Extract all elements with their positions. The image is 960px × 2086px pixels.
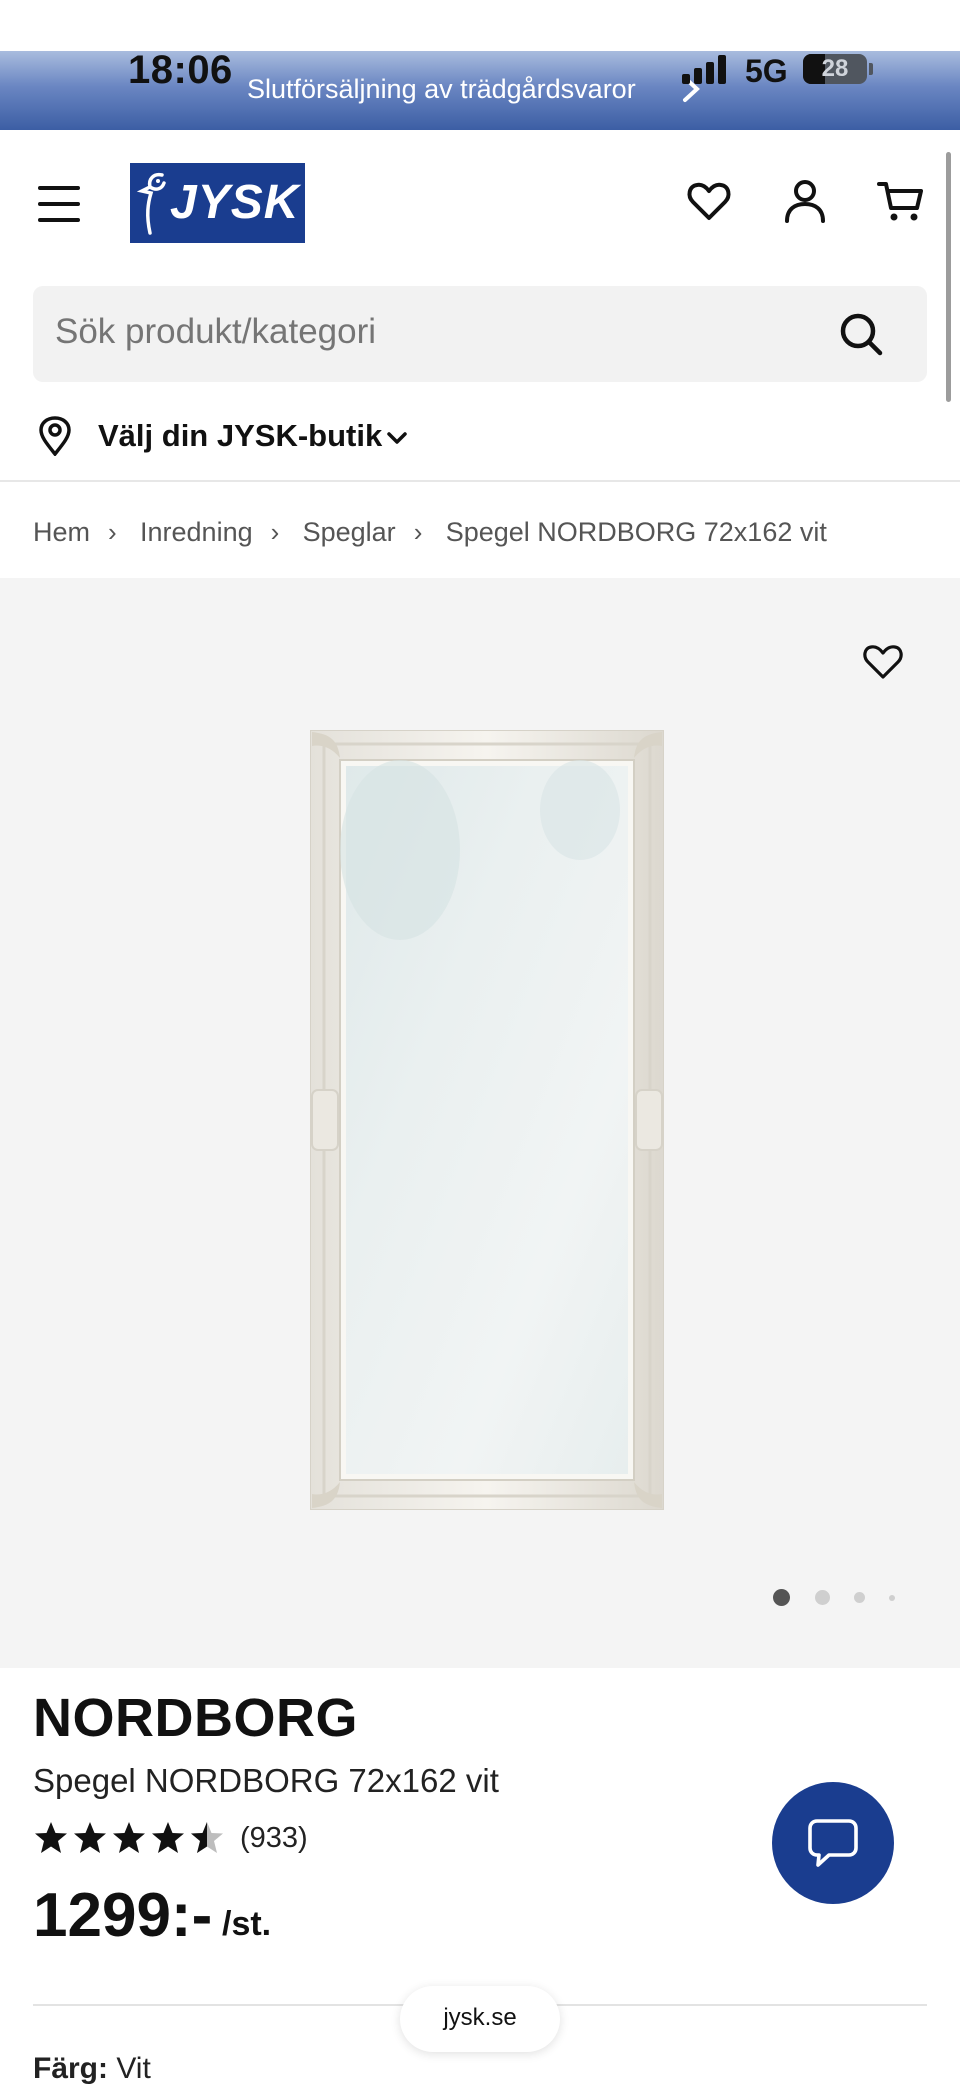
pagination-dot[interactable] — [854, 1592, 865, 1603]
promo-text[interactable]: Slutförsäljning av trädgårdsvaror — [247, 74, 636, 105]
logo-bird-icon — [136, 172, 166, 235]
top-strip: 18:06 Slutförsäljning av trädgårdsvaror … — [0, 0, 960, 130]
logo-text: JYSK — [170, 176, 300, 229]
color-value: Vit — [116, 2052, 151, 2085]
network-type: 5G — [745, 53, 788, 89]
status-bar-background — [0, 0, 960, 51]
breadcrumb-item-hem[interactable]: Hem — [33, 517, 90, 548]
breadcrumb-item-current: Spegel NORDBORG 72x162 vit — [445, 516, 827, 547]
search-icon[interactable] — [837, 310, 885, 358]
heart-icon[interactable] — [684, 176, 734, 226]
header-divider — [0, 480, 960, 482]
breadcrumb-separator-icon: › — [413, 516, 423, 547]
chat-bubble-icon — [808, 1819, 858, 1867]
pagination-dot[interactable] — [815, 1590, 830, 1605]
battery-level: 28 — [821, 55, 849, 82]
search-input[interactable] — [55, 312, 815, 352]
chat-button[interactable] — [772, 1782, 894, 1904]
menu-icon[interactable] — [38, 186, 80, 222]
product-name: Spegel NORDBORG 72x162 vit — [33, 1762, 499, 1799]
pagination-dot[interactable] — [889, 1595, 895, 1601]
browser-url[interactable]: jysk.se — [400, 2004, 560, 2032]
product-price: 1299:- — [33, 1881, 213, 1950]
price-unit: /st. — [222, 1905, 272, 1943]
jysk-logo[interactable]: JYSK — [130, 163, 305, 243]
status-time: 18:06 — [128, 48, 233, 92]
gallery-pagination[interactable] — [773, 1587, 903, 1607]
breadcrumb-item-speglar[interactable]: Speglar — [303, 517, 396, 548]
store-picker-label[interactable]: Välj din JYSK-butik — [98, 418, 382, 454]
color-row: Färg: Vit — [33, 2052, 151, 2086]
product-gallery[interactable] — [0, 578, 960, 1668]
color-label: Färg: — [33, 2052, 108, 2085]
rating-count[interactable]: (933) — [240, 1822, 308, 1855]
browser-url-pill[interactable]: jysk.se — [400, 1986, 560, 2052]
breadcrumb-item-inredning[interactable]: Inredning — [140, 517, 253, 548]
signal-icon — [682, 55, 726, 84]
cart-icon[interactable] — [876, 176, 926, 226]
location-pin-icon — [39, 416, 71, 456]
favorite-heart-icon[interactable] — [861, 641, 905, 681]
account-icon[interactable] — [780, 176, 830, 226]
chevron-down-icon[interactable] — [383, 424, 411, 452]
scrollbar[interactable] — [946, 152, 951, 402]
search-bar[interactable] — [33, 286, 927, 382]
breadcrumb-separator-icon: › — [270, 516, 280, 547]
product-brand: NORDBORG — [33, 1688, 358, 1748]
battery-tip — [869, 63, 873, 75]
product-image-mirror — [310, 730, 664, 1510]
product-rating[interactable]: (933) — [33, 1818, 353, 1858]
breadcrumb-separator-icon: › — [108, 516, 117, 547]
pagination-dot-active[interactable] — [773, 1589, 790, 1606]
battery-icon: 28 — [803, 54, 867, 84]
store-picker[interactable]: Välj din JYSK-butik — [33, 410, 633, 462]
breadcrumb: Hem › Inredning › Speglar › Spegel NORDB… — [33, 512, 827, 552]
site-header: JYSK — [0, 130, 960, 280]
rating-stars-icon — [35, 1822, 223, 1853]
